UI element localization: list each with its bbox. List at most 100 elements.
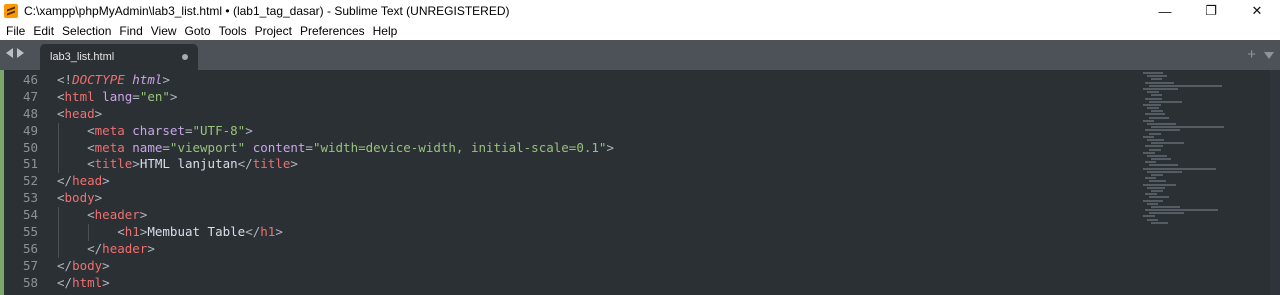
tab-prev-icon[interactable] xyxy=(6,48,13,58)
code-token: < xyxy=(87,156,95,172)
code-line: <title>HTML lanjutan</title> xyxy=(57,156,1140,174)
close-button[interactable]: ✕ xyxy=(1234,0,1280,22)
minimap-line xyxy=(1143,103,1161,106)
minimap-line xyxy=(1143,72,1163,74)
code-token: > xyxy=(606,139,614,155)
line-number: 47 xyxy=(22,88,38,104)
minimap-line xyxy=(1151,94,1163,97)
code-token: > xyxy=(147,240,155,256)
minimize-button[interactable]: — xyxy=(1142,0,1188,22)
minimap-line xyxy=(1143,151,1156,154)
code-line: </head> xyxy=(57,173,1140,190)
menu-bar: File Edit Selection Find View Goto Tools… xyxy=(0,22,1280,40)
indent-guide xyxy=(58,139,59,157)
minimap-line xyxy=(1149,148,1162,151)
code-token: Membuat Table xyxy=(147,224,246,240)
code-token: < xyxy=(57,88,65,104)
minimap-line xyxy=(1151,174,1164,176)
code-line: </header> xyxy=(57,240,1140,258)
indent-guide xyxy=(88,224,90,241)
code-token: = xyxy=(184,122,193,138)
minimap-line xyxy=(1149,164,1179,167)
line-number-gutter: 46 47 48 49 50 51 52 53 54 55 56 57 58 xyxy=(4,72,38,292)
indent-guide xyxy=(58,224,59,241)
tab-lab3-list[interactable]: lab3_list.html xyxy=(40,44,198,70)
code-token: > xyxy=(290,156,298,172)
code-token: meta xyxy=(94,139,125,155)
tab-list-dropdown-icon[interactable] xyxy=(1264,52,1274,59)
line-number: 57 xyxy=(22,257,38,273)
code-token: <! xyxy=(57,72,73,87)
code-token: html xyxy=(72,274,103,290)
menu-project[interactable]: Project xyxy=(251,22,296,40)
menu-file[interactable]: File xyxy=(2,22,29,40)
minimap-line xyxy=(1143,183,1176,186)
menu-tools[interactable]: Tools xyxy=(215,22,251,40)
code-token: > xyxy=(245,122,253,138)
code-token: </ xyxy=(87,240,103,256)
code-token: h1 xyxy=(260,224,276,240)
code-token: header xyxy=(102,240,148,256)
menu-goto[interactable]: Goto xyxy=(181,22,215,40)
code-token: content xyxy=(252,139,306,155)
minimap-line xyxy=(1147,75,1168,78)
code-token: </ xyxy=(57,274,73,290)
code-token: </ xyxy=(57,257,73,273)
code-token: </ xyxy=(245,224,261,240)
minimap-line xyxy=(1147,202,1159,205)
code-token: html xyxy=(64,88,95,104)
minimap[interactable] xyxy=(1143,72,1224,237)
line-number: 51 xyxy=(22,156,38,172)
minimap-line xyxy=(1151,189,1164,192)
code-token: > xyxy=(102,274,110,290)
indent-guide xyxy=(58,207,59,225)
code-token: "UTF-8" xyxy=(192,122,246,138)
sublime-text-icon xyxy=(4,4,18,18)
code-token: "en" xyxy=(139,88,170,104)
new-tab-icon[interactable]: + xyxy=(1247,46,1256,63)
menu-selection[interactable]: Selection xyxy=(58,22,115,40)
minimap-line xyxy=(1149,100,1182,103)
line-number: 56 xyxy=(22,240,38,256)
menu-edit[interactable]: Edit xyxy=(29,22,58,40)
minimap-line xyxy=(1151,78,1163,81)
minimap-line xyxy=(1145,209,1218,212)
code-token: > xyxy=(169,88,178,104)
menu-view[interactable]: View xyxy=(147,22,181,40)
code-editor[interactable]: 46 47 48 49 50 51 52 53 54 55 56 57 58 <!DOCTYPE htm… xyxy=(0,70,1280,295)
menu-help[interactable]: Help xyxy=(369,22,402,40)
code-token: charset xyxy=(132,122,185,138)
title-bar: C:\xampp\phpMyAdmin\lab3_list.html • (la… xyxy=(0,0,1280,22)
vertical-scrollbar[interactable] xyxy=(1270,70,1280,295)
tab-next-icon[interactable] xyxy=(17,48,24,58)
line-number: 46 xyxy=(22,72,38,87)
minimap-line xyxy=(1149,116,1170,119)
minimap-line xyxy=(1143,87,1178,90)
code-token: DOCTYPE xyxy=(72,72,125,87)
minimap-line xyxy=(1147,186,1165,189)
indent-guide xyxy=(58,240,59,258)
menu-preferences[interactable]: Preferences xyxy=(296,22,369,40)
unsaved-dot-icon[interactable] xyxy=(182,54,188,60)
code-line: <body> xyxy=(57,190,1140,207)
minimap-line xyxy=(1149,132,1162,135)
code-token: = xyxy=(162,139,170,155)
code-token: head xyxy=(64,105,95,121)
code-token: > xyxy=(132,156,140,172)
minimap-line xyxy=(1147,138,1164,141)
code-line: <!DOCTYPE html> xyxy=(57,72,1140,89)
minimap-line xyxy=(1149,84,1222,87)
line-number: 58 xyxy=(22,274,38,290)
code-token: lang xyxy=(102,88,133,104)
code-token: > xyxy=(102,173,110,189)
minimap-line xyxy=(1145,161,1157,164)
code-line: </body> xyxy=(57,258,1140,275)
minimap-line xyxy=(1147,123,1177,125)
restore-button[interactable]: ❐ xyxy=(1188,0,1234,22)
code-area[interactable]: <!DOCTYPE html> <html lang="en"> <head> <m… xyxy=(57,72,1140,292)
minimap-line xyxy=(1145,113,1165,116)
menu-find[interactable]: Find xyxy=(115,22,146,40)
minimap-line xyxy=(1145,145,1163,148)
